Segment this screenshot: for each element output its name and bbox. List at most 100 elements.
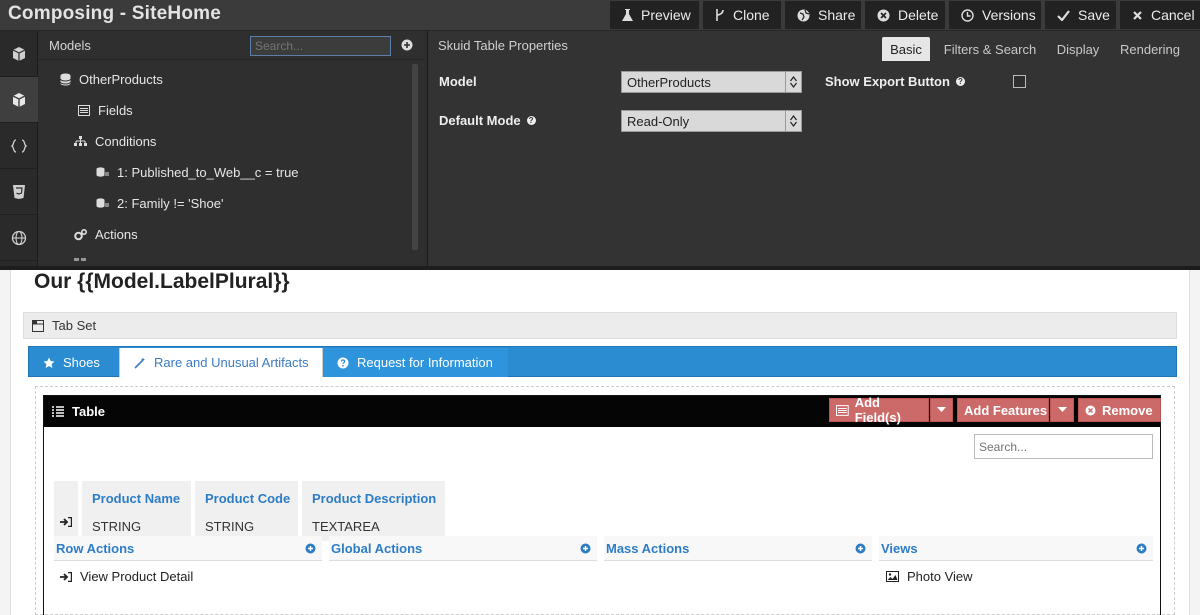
rail-item-resources[interactable] bbox=[0, 215, 38, 261]
rail-item-models[interactable] bbox=[0, 77, 38, 123]
gears-icon bbox=[74, 228, 87, 240]
add-circle-icon[interactable] bbox=[855, 543, 866, 554]
tab-basic[interactable]: Basic bbox=[882, 37, 930, 61]
page-canvas: Our {{Model.LabelPlural}} Tab Set Shoes … bbox=[0, 270, 1200, 615]
rail-item-css[interactable] bbox=[0, 169, 38, 215]
tree-conditions[interactable]: Conditions bbox=[74, 134, 156, 149]
caret-down-icon bbox=[1058, 407, 1067, 412]
times-circle-icon bbox=[1085, 405, 1096, 415]
updown-arrows-icon bbox=[785, 72, 801, 92]
models-panel: Models OtherProducts Fields Conditions 1… bbox=[38, 31, 424, 267]
tab-display[interactable]: Display bbox=[1050, 37, 1106, 61]
table-search-input[interactable] bbox=[974, 434, 1153, 459]
models-search-input[interactable] bbox=[250, 36, 391, 56]
question-circle-icon bbox=[337, 357, 349, 368]
delete-button[interactable]: Delete bbox=[865, 1, 945, 29]
section-global-actions: Global Actions bbox=[329, 536, 597, 561]
rail-item-components[interactable] bbox=[0, 31, 38, 77]
picture-icon bbox=[886, 571, 899, 582]
section-mass-actions: Mass Actions bbox=[604, 536, 872, 561]
versions-button[interactable]: Versions bbox=[949, 1, 1041, 29]
page-heading[interactable]: Our {{Model.LabelPlural}} bbox=[34, 270, 290, 294]
remove-button[interactable]: Remove bbox=[1078, 398, 1161, 422]
database-icon bbox=[60, 73, 71, 86]
tree-condition-1[interactable]: 1: Published_to_Web__c = true bbox=[96, 165, 299, 180]
add-fields-dropdown[interactable] bbox=[930, 398, 953, 422]
left-icon-rail bbox=[0, 31, 38, 267]
canvas-content: Our {{Model.LabelPlural}} Tab Set Shoes … bbox=[10, 270, 1190, 615]
add-model-icon[interactable] bbox=[401, 39, 413, 51]
add-circle-icon[interactable] bbox=[1136, 543, 1147, 554]
properties-panel: Skuid Table Properties Basic Filters & S… bbox=[427, 31, 1200, 267]
help-icon[interactable]: ? bbox=[955, 77, 965, 86]
close-icon bbox=[1133, 10, 1142, 20]
help-icon[interactable]: ? bbox=[526, 116, 536, 125]
models-scrollbar[interactable] bbox=[412, 64, 418, 250]
star-icon bbox=[43, 357, 55, 368]
show-export-checkbox[interactable] bbox=[1013, 75, 1026, 88]
clone-button[interactable]: Clone bbox=[703, 1, 781, 29]
cube-icon bbox=[12, 46, 26, 61]
column-product-description[interactable]: Product Description TEXTAREA bbox=[302, 481, 445, 541]
add-fields-button[interactable]: Add Field(s) bbox=[829, 395, 929, 425]
tabset-icon bbox=[32, 319, 44, 332]
save-button[interactable]: Save bbox=[1045, 1, 1116, 29]
table-grid-icon bbox=[52, 406, 64, 417]
editor-area: Models OtherProducts Fields Conditions 1… bbox=[0, 31, 1200, 267]
globe-icon bbox=[11, 230, 27, 245]
condition-icon bbox=[96, 167, 109, 177]
models-panel-header: Models bbox=[38, 31, 424, 60]
rail-item-javascript[interactable] bbox=[0, 123, 38, 169]
tabset-component-header[interactable]: Tab Set bbox=[23, 312, 1177, 339]
table-component[interactable]: Table Add Field(s) Add Features Remove S… bbox=[43, 395, 1161, 615]
branch-icon bbox=[716, 9, 724, 21]
list-icon bbox=[836, 404, 849, 416]
tab-shoes[interactable]: Shoes bbox=[29, 348, 119, 377]
condition-icon bbox=[96, 198, 109, 208]
cutoff-icon bbox=[74, 258, 86, 261]
properties-title: Skuid Table Properties bbox=[438, 38, 568, 53]
add-circle-icon[interactable] bbox=[305, 543, 316, 554]
section-views: Views bbox=[879, 536, 1153, 561]
sign-in-icon bbox=[60, 517, 72, 527]
tab-filters-search[interactable]: Filters & Search bbox=[938, 37, 1042, 61]
default-mode-select[interactable]: Read-Only bbox=[621, 110, 802, 132]
app-title: Composing - SiteHome bbox=[8, 3, 222, 24]
css3-icon bbox=[13, 184, 25, 199]
row-indicator bbox=[54, 481, 78, 541]
tabs-strip: Shoes Rare and Unusual Artifacts Request… bbox=[28, 346, 1177, 377]
cubes-icon bbox=[12, 92, 26, 107]
cancel-button[interactable]: Cancel bbox=[1120, 1, 1200, 29]
check-icon bbox=[1057, 9, 1070, 21]
table-header-bar[interactable]: Table Add Field(s) Add Features Remove bbox=[44, 395, 1161, 427]
sign-in-icon bbox=[60, 571, 72, 582]
list-icon bbox=[78, 105, 90, 116]
tab-rendering[interactable]: Rendering bbox=[1114, 37, 1186, 61]
column-product-name[interactable]: Product Name STRING bbox=[82, 481, 191, 541]
tab-rare-unusual-artifacts[interactable]: Rare and Unusual Artifacts bbox=[119, 348, 323, 377]
add-features-dropdown[interactable] bbox=[1050, 398, 1074, 422]
top-toolbar: Composing - SiteHome Preview Clone Share… bbox=[0, 0, 1200, 31]
preview-button[interactable]: Preview bbox=[610, 1, 699, 29]
share-globe-icon bbox=[797, 9, 810, 21]
tree-fields[interactable]: Fields bbox=[78, 103, 133, 118]
default-mode-label: Default Mode ? bbox=[439, 113, 536, 128]
models-tree: OtherProducts Fields Conditions 1: Publi… bbox=[38, 60, 424, 267]
tree-actions[interactable]: Actions bbox=[74, 227, 138, 242]
caret-down-icon bbox=[937, 407, 946, 412]
tab-request-information[interactable]: Request for Information bbox=[323, 348, 508, 377]
column-product-code[interactable]: Product Code STRING bbox=[195, 481, 298, 541]
tabset-label: Tab Set bbox=[52, 318, 97, 333]
magic-wand-icon bbox=[134, 357, 145, 369]
tree-condition-2[interactable]: 2: Family != 'Shoe' bbox=[96, 196, 223, 211]
section-row-actions: Row Actions bbox=[54, 536, 322, 561]
models-title: Models bbox=[49, 38, 91, 53]
add-features-button[interactable]: Add Features bbox=[957, 398, 1049, 422]
share-button[interactable]: Share bbox=[785, 1, 861, 29]
tree-model-otherproducts[interactable]: OtherProducts bbox=[60, 72, 163, 87]
view-photo-view[interactable]: Photo View bbox=[886, 569, 973, 584]
model-select[interactable]: OtherProducts bbox=[621, 71, 802, 93]
add-circle-icon[interactable] bbox=[580, 543, 591, 554]
show-export-label: Show Export Button ? bbox=[825, 74, 965, 89]
row-action-view-detail[interactable]: View Product Detail bbox=[60, 569, 193, 584]
